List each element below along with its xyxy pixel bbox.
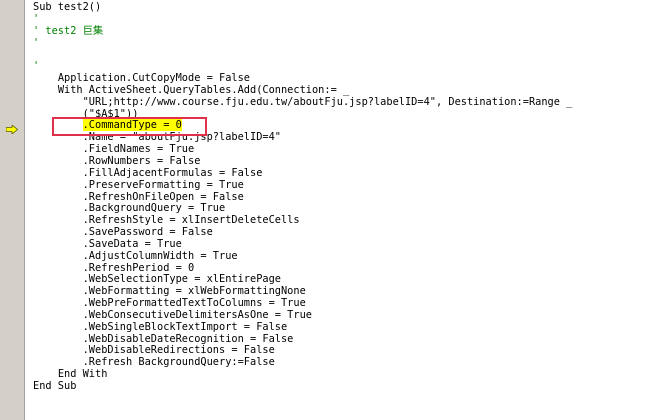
code-area[interactable]: Sub test2() ' ' test2 巨集 ' ' Application.Cut… [33,1,645,393]
line-text: .WebSingleBlockTextImport = False [82,320,288,333]
line-text: .WebPreFormattedTextToColumns = True [82,297,306,310]
comment-line[interactable]: ' [33,12,645,26]
line-text: .WebConsecutiveDelimitersAsOne = True [82,308,312,321]
code-line[interactable]: End Sub [33,380,645,393]
line-text: .WebDisableRedirections = False [82,344,275,357]
line-text: ' [33,36,40,49]
comment-line[interactable]: ' test2 巨集 [33,24,645,38]
line-text: .WebSelectionType = xlEntirePage [82,273,281,286]
code-editor[interactable]: Sub test2() ' ' test2 巨集 ' ' Application.Cut… [0,0,645,420]
line-text: "URL;http://www.course.fju.edu.tw/aboutF… [82,95,573,108]
code-line[interactable] [33,49,645,61]
code-line[interactable]: Sub test2() [33,1,645,14]
line-text: ' test2 巨集 [33,24,104,37]
line-text: .FieldNames = True [82,143,195,156]
line-text: .WebDisableDateRecognition = False [82,332,294,345]
comment-line[interactable]: ' [33,36,645,50]
code-line[interactable]: .Refresh BackgroundQuery:=False [33,356,645,369]
line-text: .RefreshStyle = xlInsertDeleteCells [82,214,300,227]
line-text: .RefreshOnFileOpen = False [82,190,244,203]
line-text: .Refresh BackgroundQuery:=False [82,356,275,369]
line-text: .WebFormatting = xlWebFormattingNone [82,285,306,298]
line-text: .RowNumbers = False [82,154,201,167]
line-text: ' [33,60,40,73]
margin-indicator-bar[interactable] [0,0,25,420]
code-line[interactable]: End With [33,368,645,381]
line-text: .PreserveFormatting = True [82,178,244,191]
line-text: End Sub [33,380,77,392]
line-text: .FillAdjacentFormulas = False [82,166,263,179]
line-text: ' [33,12,40,25]
line-text: Sub test2() [33,1,102,13]
line-text: .SaveData = True [82,237,182,250]
line-text: .RefreshPeriod = 0 [82,261,195,274]
line-text: .AdjustColumnWidth = True [82,249,238,262]
line-text: .SavePassword = False [82,226,213,239]
line-text: Application.CutCopyMode = False [57,72,250,85]
annotation-highlight-box [52,117,207,136]
line-text: .BackgroundQuery = True [82,202,226,215]
line-text: End With [57,368,108,381]
line-text: With ActiveSheet.QueryTables.Add(Connect… [57,83,350,96]
